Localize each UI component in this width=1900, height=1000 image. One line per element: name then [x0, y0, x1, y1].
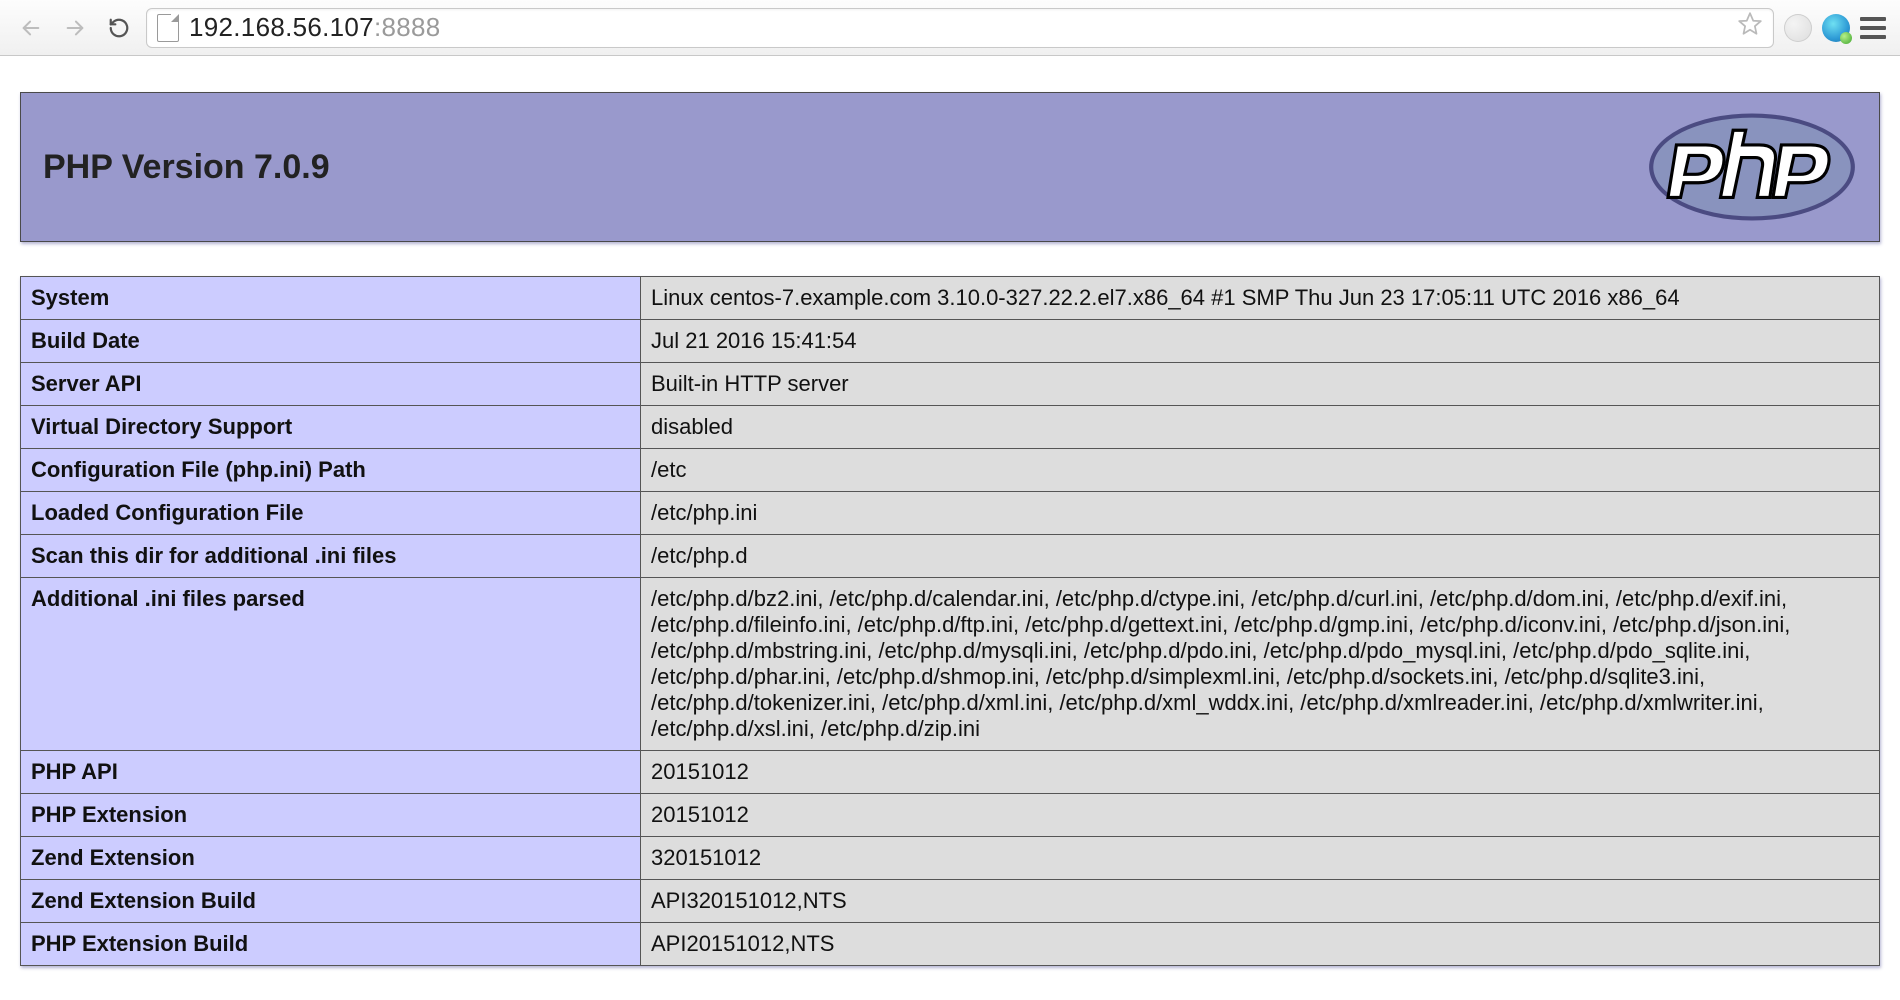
forward-button[interactable] — [58, 11, 92, 45]
browser-toolbar: 192.168.56.107:8888 — [0, 0, 1900, 56]
info-label: Loaded Configuration File — [21, 492, 641, 535]
reload-button[interactable] — [102, 11, 136, 45]
extension-icon[interactable] — [1784, 14, 1812, 42]
table-row: SystemLinux centos-7.example.com 3.10.0-… — [21, 277, 1880, 320]
network-globe-icon[interactable] — [1822, 14, 1850, 42]
info-label: System — [21, 277, 641, 320]
info-value: Linux centos-7.example.com 3.10.0-327.22… — [641, 277, 1880, 320]
table-row: Server APIBuilt-in HTTP server — [21, 363, 1880, 406]
info-label: Additional .ini files parsed — [21, 578, 641, 751]
page-icon — [157, 14, 179, 42]
table-row: Scan this dir for additional .ini files/… — [21, 535, 1880, 578]
info-label: Virtual Directory Support — [21, 406, 641, 449]
phpinfo-header: PHP Version 7.0.9 — [20, 92, 1880, 242]
table-row: Additional .ini files parsed/etc/php.d/b… — [21, 578, 1880, 751]
table-row: Configuration File (php.ini) Path/etc — [21, 449, 1880, 492]
info-value: Built-in HTTP server — [641, 363, 1880, 406]
table-row: Loaded Configuration File/etc/php.ini — [21, 492, 1880, 535]
info-value: 20151012 — [641, 751, 1880, 794]
info-value: 20151012 — [641, 794, 1880, 837]
info-label: PHP Extension Build — [21, 923, 641, 966]
table-row: PHP API20151012 — [21, 751, 1880, 794]
table-row: PHP Extension BuildAPI20151012,NTS — [21, 923, 1880, 966]
url-text: 192.168.56.107:8888 — [189, 12, 441, 43]
back-button[interactable] — [14, 11, 48, 45]
page-content: PHP Version 7.0.9 SystemLinux centos-7.e… — [0, 56, 1900, 966]
info-value: 320151012 — [641, 837, 1880, 880]
hamburger-menu-icon[interactable] — [1860, 17, 1886, 39]
info-value: /etc/php.d — [641, 535, 1880, 578]
address-bar[interactable]: 192.168.56.107:8888 — [146, 8, 1774, 48]
info-value: /etc — [641, 449, 1880, 492]
table-row: PHP Extension20151012 — [21, 794, 1880, 837]
info-label: Build Date — [21, 320, 641, 363]
php-logo — [1647, 111, 1857, 223]
phpinfo-table: SystemLinux centos-7.example.com 3.10.0-… — [20, 276, 1880, 966]
info-label: PHP API — [21, 751, 641, 794]
table-row: Virtual Directory Supportdisabled — [21, 406, 1880, 449]
table-row: Zend Extension BuildAPI320151012,NTS — [21, 880, 1880, 923]
table-row: Build DateJul 21 2016 15:41:54 — [21, 320, 1880, 363]
info-value: disabled — [641, 406, 1880, 449]
info-label: PHP Extension — [21, 794, 641, 837]
info-label: Scan this dir for additional .ini files — [21, 535, 641, 578]
info-label: Zend Extension Build — [21, 880, 641, 923]
url-port: :8888 — [374, 12, 441, 42]
info-label: Server API — [21, 363, 641, 406]
bookmark-star-icon[interactable] — [1737, 11, 1763, 44]
table-row: Zend Extension320151012 — [21, 837, 1880, 880]
info-label: Configuration File (php.ini) Path — [21, 449, 641, 492]
info-value: Jul 21 2016 15:41:54 — [641, 320, 1880, 363]
info-value: API320151012,NTS — [641, 880, 1880, 923]
info-value: /etc/php.ini — [641, 492, 1880, 535]
info-value: /etc/php.d/bz2.ini, /etc/php.d/calendar.… — [641, 578, 1880, 751]
info-label: Zend Extension — [21, 837, 641, 880]
page-title: PHP Version 7.0.9 — [43, 148, 330, 187]
url-host: 192.168.56.107 — [189, 12, 374, 42]
info-value: API20151012,NTS — [641, 923, 1880, 966]
